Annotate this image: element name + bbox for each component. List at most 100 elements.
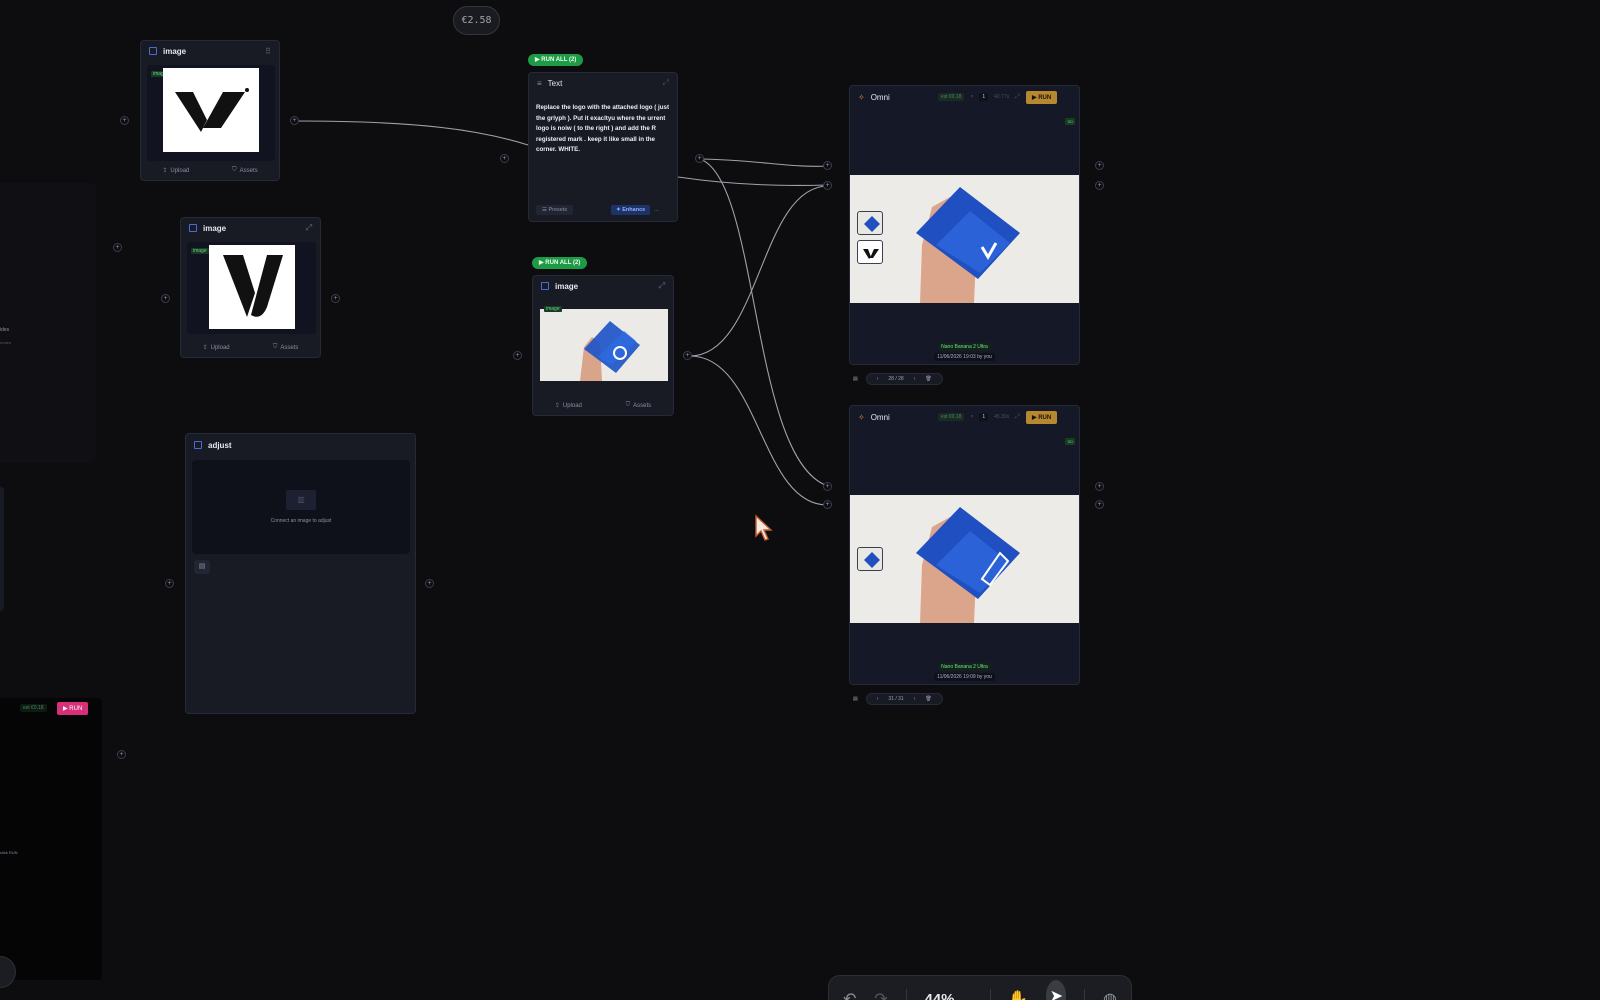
text-node-icon: ≡ — [537, 78, 542, 88]
input-port[interactable]: + — [823, 500, 832, 509]
gallery-icon[interactable]: ▤ — [853, 696, 858, 702]
upload-button[interactable]: ⇪ Upload — [162, 167, 189, 175]
output-port[interactable]: + — [113, 243, 122, 252]
quality-badge: SD — [1065, 438, 1075, 445]
more-button[interactable]: ... — [654, 207, 659, 213]
palette-icon[interactable]: ◍ — [1103, 989, 1117, 1000]
image-tag: image — [191, 248, 209, 254]
next-icon[interactable]: › — [914, 376, 916, 382]
node-title: image — [203, 223, 227, 233]
image-node-2[interactable]: image ⤢ image ⇪ Upload ⛉ Assets — [180, 217, 321, 358]
expand-icon[interactable]: ⤢ — [659, 281, 665, 291]
card-thumb-icon — [864, 216, 880, 232]
expand-icon[interactable]: ⤢ — [1015, 414, 1020, 421]
workflow-canvas[interactable]: €2.58 image ⠿ image ⇪ Upload ⛉ Assets + + i… — [0, 0, 1600, 1000]
left-partial-node-2[interactable] — [0, 487, 4, 611]
cost-estimate: est €0.18 — [20, 704, 47, 712]
expand-icon[interactable]: ⤢ — [306, 223, 312, 233]
node-title: Omni — [870, 412, 890, 422]
run-button[interactable]: ▶ RUN — [57, 702, 89, 715]
input-port[interactable]: + — [823, 181, 832, 190]
prompt-text[interactable]: Replace the logo with the attached logo … — [536, 103, 670, 156]
enhance-button[interactable]: ✦ Enhance — [611, 205, 651, 215]
count-input[interactable]: 1 — [979, 93, 989, 101]
input-port[interactable]: + — [165, 579, 174, 588]
input-port[interactable]: + — [500, 154, 509, 163]
output-port[interactable]: + — [117, 750, 126, 759]
output-port[interactable]: + — [1095, 482, 1104, 491]
adjust-node[interactable]: adjust ▥ Connect an image to adjust ▤ — [185, 433, 416, 714]
prev-icon[interactable]: ‹ — [877, 696, 879, 702]
adjust-settings-icon[interactable]: ▤ — [194, 560, 210, 574]
image-tag: image — [544, 306, 562, 312]
generation-date: 11/06/2026 19:03 by you — [934, 353, 995, 361]
input-port[interactable]: + — [513, 351, 522, 360]
card-thumb-icon — [864, 552, 880, 568]
run-all-button[interactable]: ▶ RUN ALL (2) — [532, 257, 588, 269]
model-name: Nano Banana 2 Ultra — [938, 343, 991, 351]
select-tool-icon[interactable]: ➤ — [1046, 980, 1067, 1000]
reference-thumb-2[interactable] — [857, 240, 883, 264]
v-logo-icon — [175, 88, 249, 132]
upload-icon: ⇪ — [162, 168, 168, 174]
input-port[interactable]: + — [161, 294, 170, 303]
assets-button[interactable]: ⛉ Assets — [273, 344, 299, 351]
chevron-down-icon[interactable]: ⌄ — [962, 993, 971, 1000]
expand-icon[interactable]: ⤢ — [1015, 94, 1020, 101]
omni-node-2[interactable]: ✧ Omni est €0.18 × 1 45.30s ⤢ ▶ RUN SD N… — [849, 405, 1080, 685]
input-port[interactable]: + — [823, 161, 832, 170]
omni-node-1[interactable]: ✧ Omni est €0.18 × 1 42.77s ⤢ ▶ RUN SD N… — [849, 85, 1080, 365]
run-button[interactable]: ▶ RUN — [1025, 90, 1058, 104]
node-title: Text — [547, 78, 563, 88]
delete-icon[interactable]: 🗑 — [925, 696, 931, 702]
presets-button[interactable]: ☰ Presets — [536, 205, 574, 215]
delete-icon[interactable]: 🗑 — [925, 376, 931, 382]
expand-icon[interactable]: ⤢ — [663, 78, 669, 88]
assets-icon: ⛉ — [232, 167, 237, 173]
image-node-1[interactable]: image ⠿ image ⇪ Upload ⛉ Assets — [140, 40, 280, 181]
next-icon[interactable]: › — [914, 696, 916, 702]
undo-icon[interactable]: ↶ — [843, 989, 856, 1000]
redo-icon[interactable]: ↷ — [874, 989, 887, 1000]
card-photo — [540, 309, 668, 381]
upload-button[interactable]: ⇪ Upload — [555, 402, 582, 410]
output-port[interactable]: + — [1095, 161, 1104, 170]
adjust-placeholder: Connect an image to adjust — [270, 518, 332, 524]
prev-icon[interactable]: ‹ — [877, 376, 879, 382]
hand-tool-icon[interactable]: ✋ — [1008, 989, 1028, 1000]
output-port[interactable]: + — [1095, 181, 1104, 190]
input-port[interactable]: + — [120, 116, 129, 125]
count-input[interactable]: 1 — [979, 413, 989, 421]
reference-thumb-1[interactable] — [857, 211, 883, 235]
hand-card-render — [850, 495, 1079, 623]
page-indicator: 28 / 28 — [888, 376, 904, 382]
count-close-icon[interactable]: × — [970, 414, 973, 420]
run-all-button[interactable]: ▶ RUN ALL (2) — [528, 54, 584, 66]
assets-button[interactable]: ⛉ Assets — [626, 402, 652, 409]
left-partial-node-3[interactable]: est €0.18 ▶ RUN click RUN — [0, 698, 102, 980]
zoom-level[interactable]: 44% — [924, 991, 954, 1000]
count-close-icon[interactable]: × — [970, 94, 973, 100]
image-node-3[interactable]: image ⤢ image ⇪ Upload ⛉ Assets — [532, 275, 674, 416]
assets-button[interactable]: ⛉ Assets — [232, 167, 258, 174]
drag-handle-icon[interactable]: ⠿ — [265, 47, 271, 56]
v-logo-thumb-icon — [863, 249, 879, 259]
output-port[interactable]: + — [331, 294, 340, 303]
text-node[interactable]: ≡ Text ⤢ Replace the logo with the attache… — [528, 72, 678, 222]
input-port[interactable]: + — [823, 482, 832, 491]
upload-button[interactable]: ⇪ Upload — [203, 344, 230, 352]
gallery-icon[interactable]: ▤ — [853, 376, 858, 382]
adjust-node-icon — [194, 441, 202, 449]
output-port[interactable]: + — [290, 116, 299, 125]
adjust-drop-area[interactable]: ▥ Connect an image to adjust — [192, 460, 410, 554]
output-port[interactable]: + — [1095, 500, 1104, 509]
v-logo-icon — [223, 255, 283, 317]
quality-badge: SD — [1065, 118, 1075, 125]
output-port[interactable]: + — [425, 579, 434, 588]
reference-thumb-1[interactable] — [857, 547, 883, 571]
run-button[interactable]: ▶ RUN — [1025, 410, 1058, 424]
output-port[interactable]: + — [695, 154, 704, 163]
left-partial-node-1[interactable]: ides nodes — [0, 183, 96, 463]
node-title: image — [555, 281, 579, 291]
output-port[interactable]: + — [683, 351, 692, 360]
